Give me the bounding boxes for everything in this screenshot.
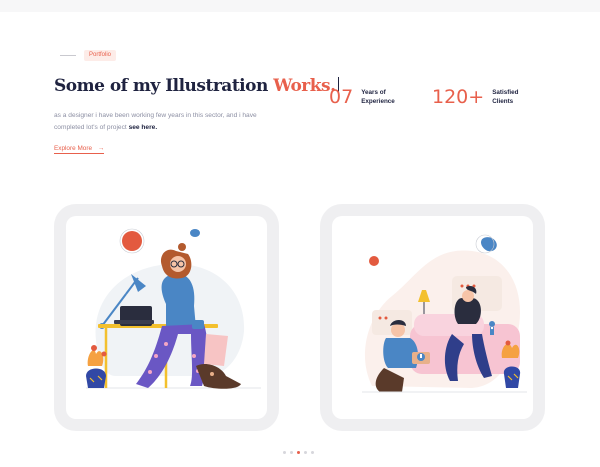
carousel-dot[interactable] [304, 451, 307, 454]
section-description: as a designer i have been working few ye… [54, 110, 269, 134]
woman-at-desk-illustration [86, 228, 261, 389]
stat-label: Satisfied Clients [492, 89, 519, 105]
tag-divider [60, 55, 76, 56]
carousel-dot-active[interactable] [297, 451, 300, 454]
see-here-link[interactable]: see here. [129, 124, 158, 131]
carousel-dots [283, 451, 314, 454]
stat-clients: 120+ Satisfied Clients [432, 86, 540, 108]
section-headline: Some of my Illustration Works. [54, 76, 339, 96]
carousel-dot[interactable] [311, 451, 314, 454]
stat-experience: 07 Years of Experience [329, 86, 409, 108]
section-tag: Portfolio [84, 50, 117, 61]
carousel-dot[interactable] [290, 451, 293, 454]
couple-on-sofa-illustration [362, 234, 527, 393]
headline-accent: Works. [273, 76, 336, 96]
top-bar [0, 0, 600, 12]
stat-label: Years of Experience [361, 89, 395, 105]
arrow-right-icon: → [98, 145, 105, 152]
portfolio-card[interactable] [320, 204, 545, 431]
card-image-frame [66, 216, 267, 419]
stat-number: 120+ [432, 86, 485, 108]
portfolio-card[interactable] [54, 204, 279, 431]
explore-more-link[interactable]: Explore More → [54, 145, 105, 154]
carousel-dot[interactable] [283, 451, 286, 454]
stat-number: 07 [329, 86, 354, 108]
headline-main: Some of my Illustration [54, 76, 274, 96]
card-image-frame [332, 216, 533, 419]
explore-label: Explore More [54, 145, 93, 152]
